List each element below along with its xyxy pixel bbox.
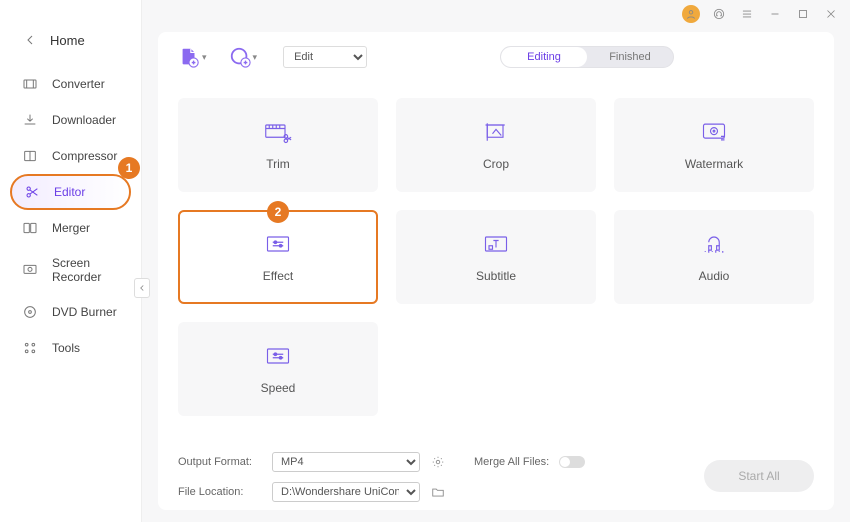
sidebar-item-label: Downloader <box>52 113 116 127</box>
card-label: Audio <box>699 269 730 283</box>
tools-icon <box>22 340 38 356</box>
download-icon <box>22 112 38 128</box>
add-file-icon <box>178 46 200 68</box>
seg-editing[interactable]: Editing <box>501 47 587 67</box>
start-all-button[interactable]: Start All <box>704 460 814 492</box>
card-effect[interactable]: 2 Effect <box>178 210 378 304</box>
settings-icon[interactable] <box>430 454 446 470</box>
add-url-button[interactable]: ▾ <box>229 46 258 68</box>
scissors-icon <box>24 184 40 200</box>
toolbar: ▾ ▾ Edit Editing Finished <box>158 32 834 78</box>
card-trim[interactable]: Trim <box>178 98 378 192</box>
effect-icon <box>264 232 292 259</box>
converter-icon <box>22 76 38 92</box>
sidebar-item-label: Compressor <box>52 149 117 163</box>
home-label: Home <box>50 33 85 48</box>
merge-label: Merge All Files: <box>474 456 549 468</box>
editor-grid: Trim Crop Watermark 2 Effect Subtitle <box>158 78 834 416</box>
card-label: Crop <box>483 157 509 171</box>
sidebar-item-converter[interactable]: Converter <box>0 66 141 102</box>
main-area: ▾ ▾ Edit Editing Finished Trim <box>142 0 850 522</box>
file-location-label: File Location: <box>178 486 262 498</box>
card-label: Watermark <box>685 157 743 171</box>
folder-icon[interactable] <box>430 484 446 500</box>
trim-icon <box>264 120 292 147</box>
card-label: Effect <box>263 269 293 283</box>
status-segment: Editing Finished <box>500 46 674 68</box>
file-location-select[interactable]: D:\Wondershare UniConverter 1 <box>272 482 420 502</box>
output-format-select[interactable]: MP4 <box>272 452 420 472</box>
dvd-icon <box>22 304 38 320</box>
subtitle-icon <box>482 232 510 259</box>
merger-icon <box>22 220 38 236</box>
screen-recorder-icon <box>22 262 38 278</box>
minimize-button[interactable] <box>766 5 784 23</box>
sidebar-item-screen-recorder[interactable]: Screen Recorder <box>0 246 141 294</box>
callout-badge-2: 2 <box>267 201 289 223</box>
card-subtitle[interactable]: Subtitle <box>396 210 596 304</box>
sidebar-item-dvd-burner[interactable]: DVD Burner <box>0 294 141 330</box>
audio-icon <box>700 232 728 259</box>
callout-badge-1: 1 <box>118 157 140 179</box>
card-audio[interactable]: Audio <box>614 210 814 304</box>
titlebar <box>142 0 850 24</box>
sidebar-item-label: Merger <box>52 221 90 235</box>
menu-icon[interactable] <box>738 5 756 23</box>
watermark-icon <box>700 120 728 147</box>
crop-icon <box>482 120 510 147</box>
collapse-handle[interactable] <box>134 278 150 298</box>
add-file-button[interactable]: ▾ <box>178 46 207 68</box>
mode-select[interactable]: Edit <box>283 46 367 68</box>
sidebar: Home Converter Downloader Compressor Edi… <box>0 0 142 522</box>
card-watermark[interactable]: Watermark <box>614 98 814 192</box>
back-icon <box>22 32 38 48</box>
avatar[interactable] <box>682 5 700 23</box>
output-format-label: Output Format: <box>178 456 262 468</box>
sidebar-item-label: Screen Recorder <box>52 256 123 284</box>
sidebar-item-merger[interactable]: Merger <box>0 210 141 246</box>
card-label: Trim <box>266 157 290 171</box>
chevron-down-icon: ▾ <box>202 52 207 63</box>
card-speed[interactable]: Speed <box>178 322 378 416</box>
sidebar-item-editor[interactable]: Editor <box>10 174 131 210</box>
sidebar-item-label: Converter <box>52 77 105 91</box>
sidebar-item-downloader[interactable]: Downloader <box>0 102 141 138</box>
home-link[interactable]: Home <box>0 24 141 66</box>
speed-icon <box>264 344 292 371</box>
add-url-icon <box>229 46 251 68</box>
sidebar-item-label: DVD Burner <box>52 305 117 319</box>
card-label: Subtitle <box>476 269 516 283</box>
support-icon[interactable] <box>710 5 728 23</box>
sidebar-item-tools[interactable]: Tools <box>0 330 141 366</box>
merge-toggle[interactable] <box>559 456 585 468</box>
sidebar-item-label: Tools <box>52 341 80 355</box>
close-button[interactable] <box>822 5 840 23</box>
card-label: Speed <box>261 381 296 395</box>
maximize-button[interactable] <box>794 5 812 23</box>
sidebar-item-label: Editor <box>54 185 85 199</box>
chevron-down-icon: ▾ <box>253 52 258 63</box>
editor-panel: ▾ ▾ Edit Editing Finished Trim <box>158 32 834 510</box>
card-crop[interactable]: Crop <box>396 98 596 192</box>
seg-finished[interactable]: Finished <box>587 47 673 67</box>
compressor-icon <box>22 148 38 164</box>
